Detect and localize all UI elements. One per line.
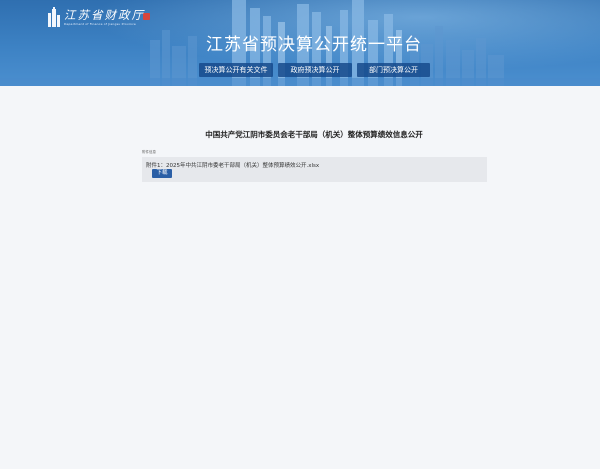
nav-government-budget[interactable]: 政府预决算公开 [278, 63, 352, 77]
logo-name-english: Department of Finance of Jiangsu Provinc… [64, 22, 136, 26]
site-title: 江苏省预决算公开统一平台 [206, 35, 422, 55]
attachment-link[interactable]: 附件1：2025年中共江阴市委老干部局（机关）整体预算绩效公开.xlsx [146, 161, 319, 169]
logo-badge-icon [143, 13, 150, 20]
logo-name: 江苏省财政厅 [64, 8, 145, 22]
building-emblem-icon [48, 7, 60, 27]
attachment-section-label: 附件信息 [142, 150, 156, 154]
nav-budget-documents[interactable]: 预决算公开有关文件 [199, 63, 273, 77]
page-title: 中国共产党江阴市委员会老干部局（机关）整体预算绩效信息公开 [205, 130, 423, 139]
finance-department-logo[interactable]: 江苏省财政厅 Department of Finance of Jiangsu … [47, 7, 157, 29]
header-banner: 江苏省财政厅 Department of Finance of Jiangsu … [0, 0, 600, 86]
nav-department-budget[interactable]: 部门预决算公开 [357, 63, 430, 77]
attachment-box: 附件1：2025年中共江阴市委老干部局（机关）整体预算绩效公开.xlsx 下载 [142, 157, 487, 182]
download-button[interactable]: 下载 [152, 169, 172, 178]
main-content: 中国共产党江阴市委员会老干部局（机关）整体预算绩效信息公开 附件信息 附件1：2… [0, 86, 600, 469]
